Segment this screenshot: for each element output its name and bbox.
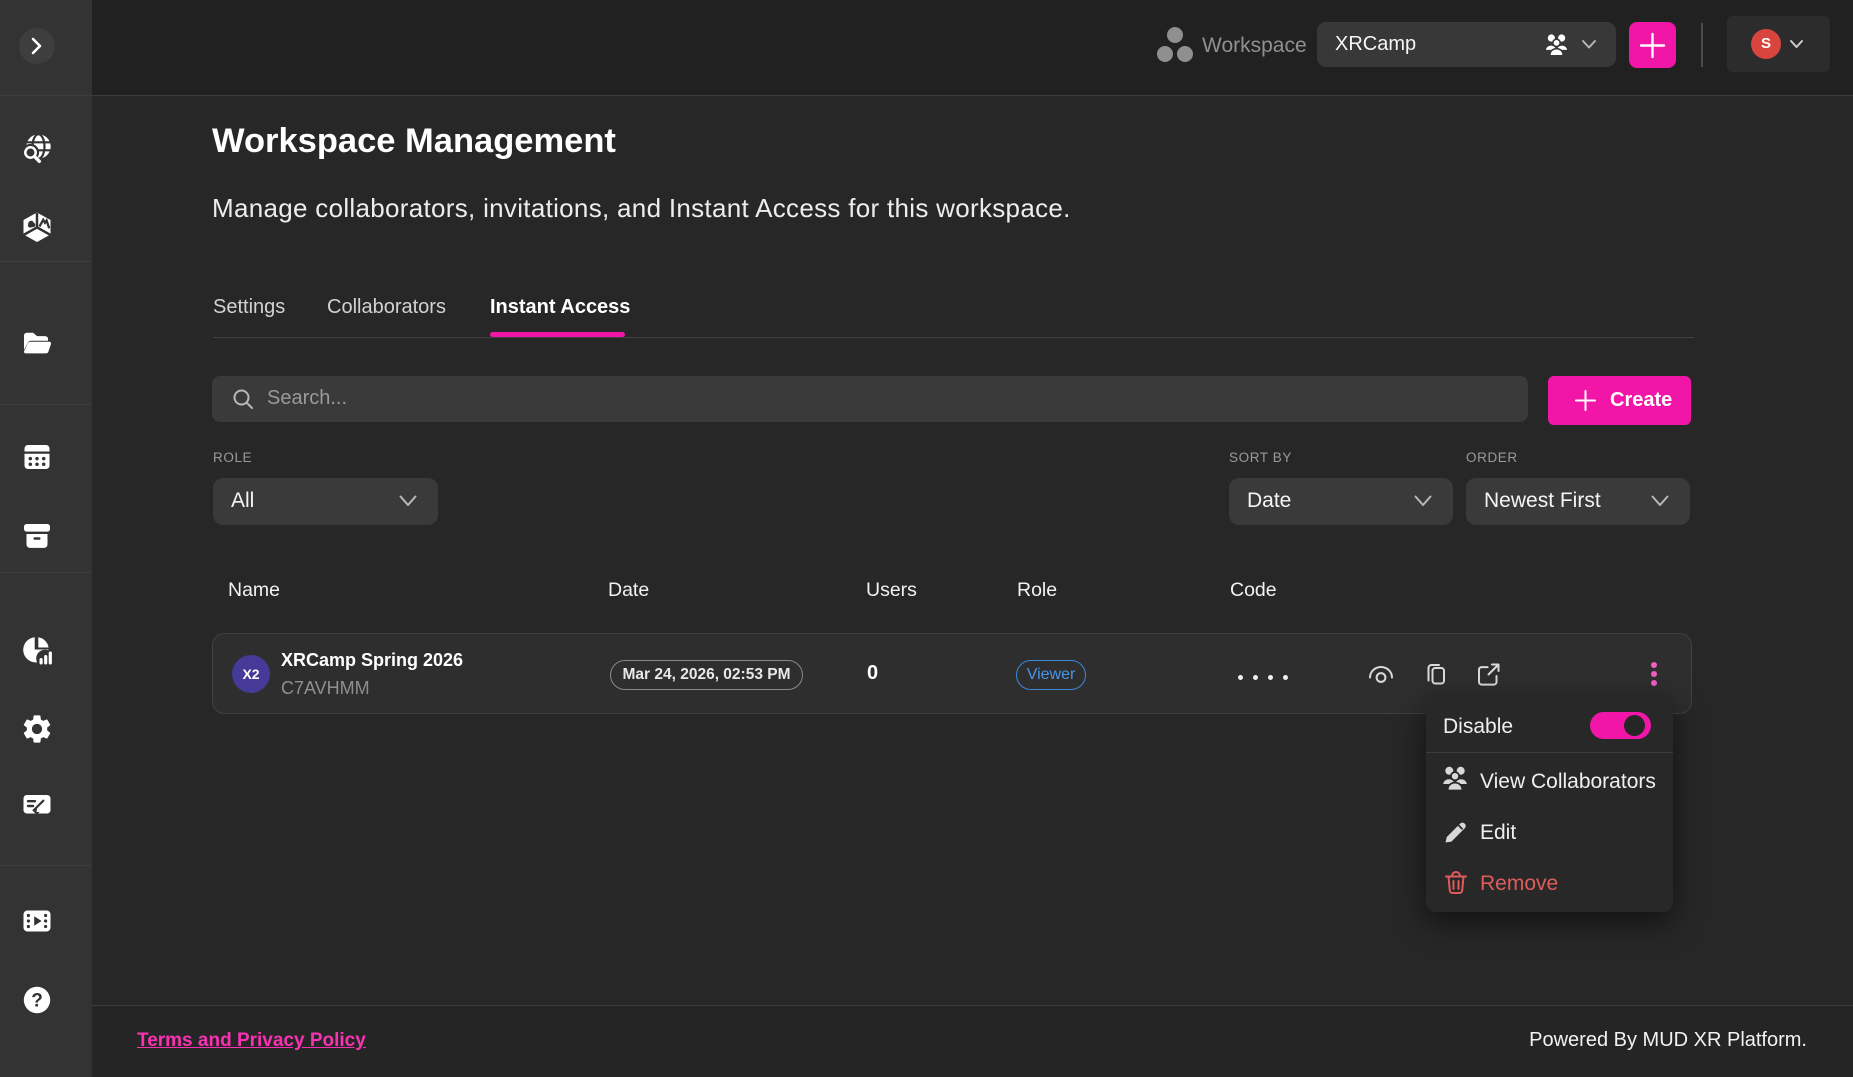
svg-text:?: ? bbox=[31, 991, 43, 1012]
